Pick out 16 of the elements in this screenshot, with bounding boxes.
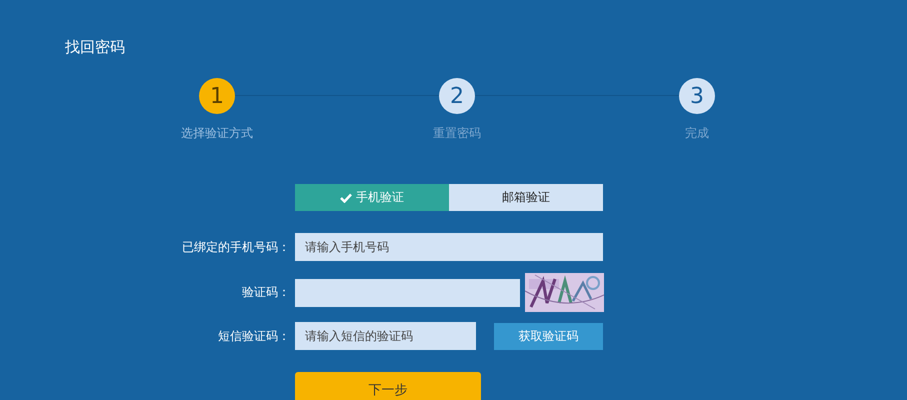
step-label: 重置密码 — [433, 125, 481, 142]
step-number: 1 — [199, 78, 235, 114]
step-number: 3 — [679, 78, 715, 114]
verification-tab[interactable]: 邮箱验证 — [449, 184, 603, 211]
input-field[interactable]: 请输入短信的验证码 — [295, 322, 476, 350]
input-field[interactable] — [295, 278, 520, 306]
page-title: 找回密码 — [65, 38, 126, 58]
field-label: 已绑定的手机号码： — [181, 238, 290, 256]
input-field[interactable]: 请输入手机号码 — [295, 233, 603, 261]
step-number: 2 — [439, 78, 475, 114]
checkmark-icon — [340, 192, 352, 202]
step-label: 选择验证方式 — [181, 125, 253, 142]
field-label: 短信验证码： — [217, 328, 290, 344]
next-button[interactable]: 下一步 — [295, 372, 481, 400]
step-label: 完成 — [685, 125, 709, 142]
field-label: 验证码： — [241, 284, 290, 301]
